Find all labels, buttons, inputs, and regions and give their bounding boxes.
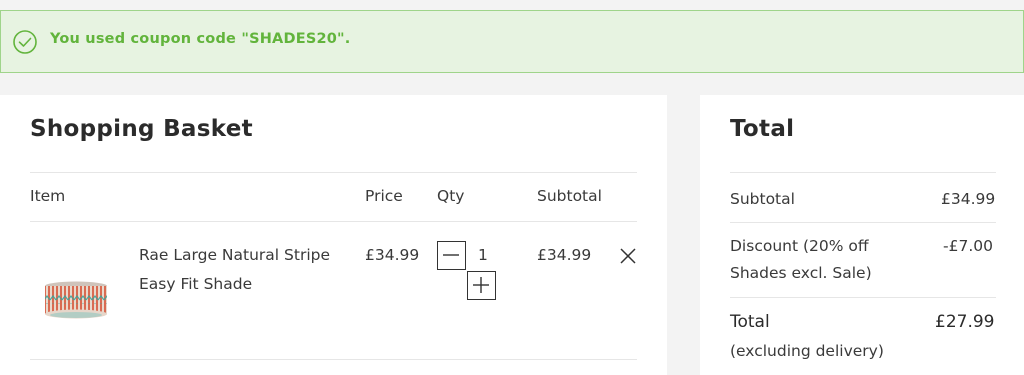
subtotal-label: Subtotal [730, 190, 795, 208]
item-subtotal: £34.99 [537, 246, 592, 264]
discount-value: -£7.00 [943, 237, 993, 255]
divider [730, 172, 996, 173]
divider [30, 359, 637, 360]
product-name-line-2[interactable]: Easy Fit Shade [139, 275, 252, 293]
minus-icon [443, 254, 459, 256]
plus-icon [473, 277, 489, 293]
total-title: Total [730, 116, 795, 142]
quantity-increase-button[interactable] [467, 271, 496, 300]
divider [30, 221, 637, 222]
total-note: (excluding delivery) [730, 342, 884, 360]
total-value: £27.99 [935, 312, 995, 332]
divider [30, 172, 637, 173]
basket-title: Shopping Basket [30, 116, 253, 142]
coupon-notice: You used coupon code "SHADES20". [0, 10, 1024, 73]
column-header-subtotal: Subtotal [537, 187, 602, 205]
column-header-qty: Qty [437, 187, 465, 205]
total-label: Total [730, 312, 770, 332]
divider [730, 297, 996, 298]
discount-label-line-2: Shades excl. Sale) [730, 264, 872, 282]
subtotal-value: £34.99 [941, 190, 996, 208]
quantity-decrease-button[interactable] [437, 241, 466, 270]
item-price: £34.99 [365, 246, 420, 264]
lampshade-thumbnail[interactable] [44, 278, 108, 322]
check-circle-icon [13, 30, 37, 54]
quantity-value[interactable]: 1 [478, 246, 488, 264]
divider [730, 222, 996, 223]
coupon-message: You used coupon code "SHADES20". [50, 31, 351, 47]
product-name-line-1[interactable]: Rae Large Natural Stripe [139, 246, 330, 264]
close-icon[interactable] [618, 246, 638, 266]
discount-label-line-1: Discount (20% off [730, 237, 869, 255]
column-header-price: Price [365, 187, 403, 205]
column-header-item: Item [30, 187, 66, 205]
